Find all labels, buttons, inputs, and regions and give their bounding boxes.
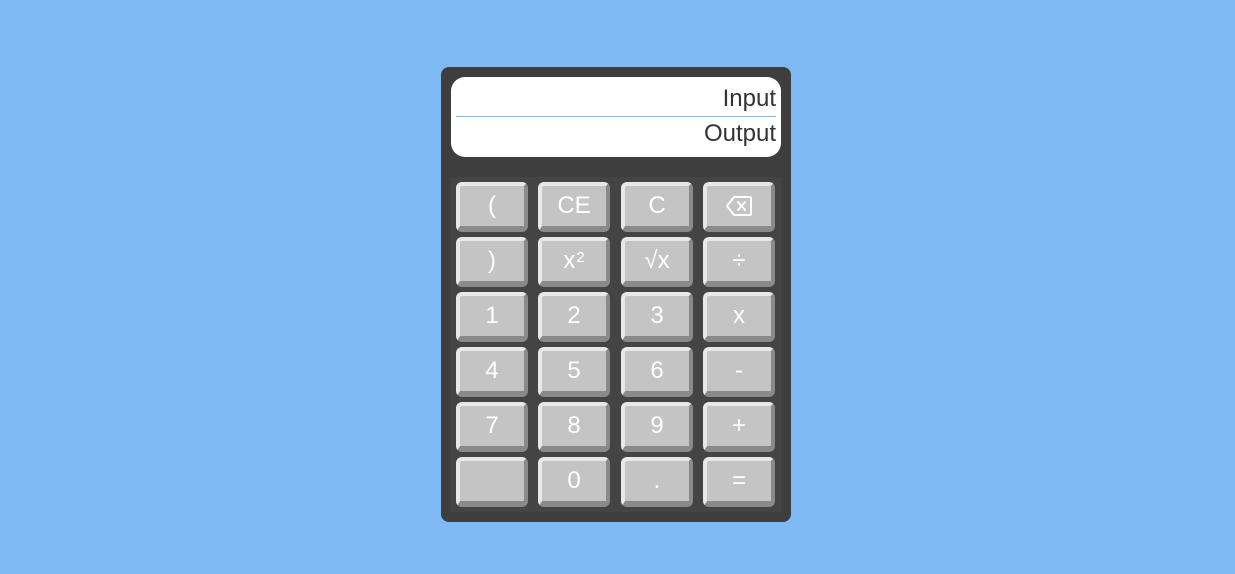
digit-7-button[interactable]: 7 bbox=[456, 402, 528, 452]
divide-button[interactable]: ÷ bbox=[703, 237, 775, 287]
backspace-button[interactable] bbox=[703, 182, 775, 232]
digit-0-button[interactable]: 0 bbox=[538, 457, 610, 507]
digit-2-button[interactable]: 2 bbox=[538, 292, 610, 342]
clear-button[interactable]: C bbox=[621, 182, 693, 232]
square-base: x bbox=[563, 247, 576, 274]
blank-button[interactable] bbox=[456, 457, 528, 507]
display-divider bbox=[456, 116, 776, 117]
close-paren-button[interactable]: ) bbox=[456, 237, 528, 287]
output-display: Output bbox=[703, 120, 776, 147]
digit-4-button[interactable]: 4 bbox=[456, 347, 528, 397]
digit-5-button[interactable]: 5 bbox=[538, 347, 610, 397]
minus-button[interactable]: - bbox=[703, 347, 775, 397]
digit-3-button[interactable]: 3 bbox=[621, 292, 693, 342]
display: Input Output bbox=[451, 77, 781, 157]
backspace-icon bbox=[725, 195, 753, 217]
square-exponent: 2 bbox=[576, 248, 585, 266]
input-display: Input bbox=[722, 85, 776, 112]
digit-1-button[interactable]: 1 bbox=[456, 292, 528, 342]
multiply-button[interactable]: x bbox=[703, 292, 775, 342]
digit-9-button[interactable]: 9 bbox=[621, 402, 693, 452]
clear-entry-button[interactable]: CE bbox=[538, 182, 610, 232]
plus-button[interactable]: + bbox=[703, 402, 775, 452]
open-paren-button[interactable]: ( bbox=[456, 182, 528, 232]
square-button[interactable]: x2 bbox=[538, 237, 610, 287]
digit-6-button[interactable]: 6 bbox=[621, 347, 693, 397]
keypad: ( CE C ) x2 √x ÷ 1 2 3 x 4 5 6 - 7 8 9 +… bbox=[451, 177, 781, 512]
calculator: Input Output ( CE C ) x2 √x ÷ 1 2 3 x 4 … bbox=[441, 67, 791, 522]
decimal-button[interactable]: . bbox=[621, 457, 693, 507]
equals-button[interactable]: = bbox=[703, 457, 775, 507]
sqrt-button[interactable]: √x bbox=[621, 237, 693, 287]
digit-8-button[interactable]: 8 bbox=[538, 402, 610, 452]
